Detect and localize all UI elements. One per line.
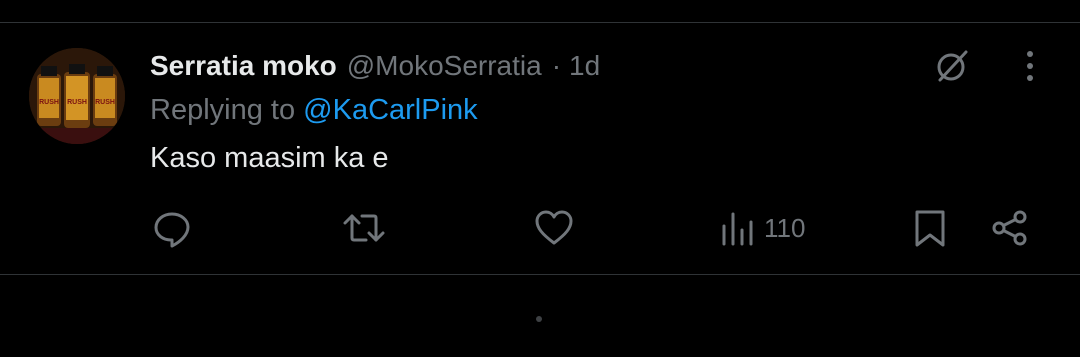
views-button[interactable]: 110 [720, 206, 805, 250]
separator-dot: · [551, 50, 562, 81]
bookmark-button[interactable] [912, 206, 948, 250]
avatar[interactable]: RUSH RUSH RUSH [29, 48, 125, 144]
bar-chart-icon [722, 212, 753, 246]
reply-button[interactable] [152, 206, 192, 250]
tweet-header: Serratia moko @MokoSerratia · 1d [150, 46, 600, 86]
replying-to-prefix: Replying to [150, 94, 296, 126]
avatar-image: RUSH RUSH RUSH [29, 48, 125, 144]
bookmark-icon [915, 210, 945, 247]
repost-icon [343, 214, 385, 242]
top-divider [0, 22, 1080, 23]
views-count: 110 [764, 212, 806, 243]
more-options-button[interactable] [1010, 46, 1050, 86]
grok-slash-circle-icon [937, 50, 968, 82]
grok-button[interactable] [930, 46, 974, 86]
share-icon [992, 210, 1027, 246]
display-name[interactable]: Serratia moko [150, 50, 337, 82]
tweet-text: Kaso maasim ka e [150, 142, 389, 174]
replying-to-handle[interactable]: @KaCarlPink [303, 94, 478, 126]
action-bar: 110 [0, 206, 1080, 250]
user-handle[interactable]: @MokoSerratia [347, 50, 542, 82]
scroll-indicator [536, 316, 542, 322]
share-button[interactable] [990, 206, 1030, 250]
speech-bubble-icon [154, 212, 190, 248]
tweet[interactable]: RUSH RUSH RUSH Serratia moko @MokoSerrat… [0, 24, 1080, 274]
avatar-bottle-label: RUSH [95, 99, 115, 106]
replying-to: Replying to @KaCarlPink [150, 94, 478, 127]
timestamp[interactable]: 1d [569, 50, 600, 82]
heart-icon [535, 210, 573, 245]
bottom-divider [0, 274, 1080, 275]
avatar-bottle-label: RUSH [67, 99, 87, 106]
like-button[interactable] [534, 206, 574, 250]
vertical-ellipsis-icon [1027, 51, 1033, 81]
retweet-button[interactable] [342, 206, 386, 250]
avatar-bottle-label: RUSH [39, 99, 59, 106]
